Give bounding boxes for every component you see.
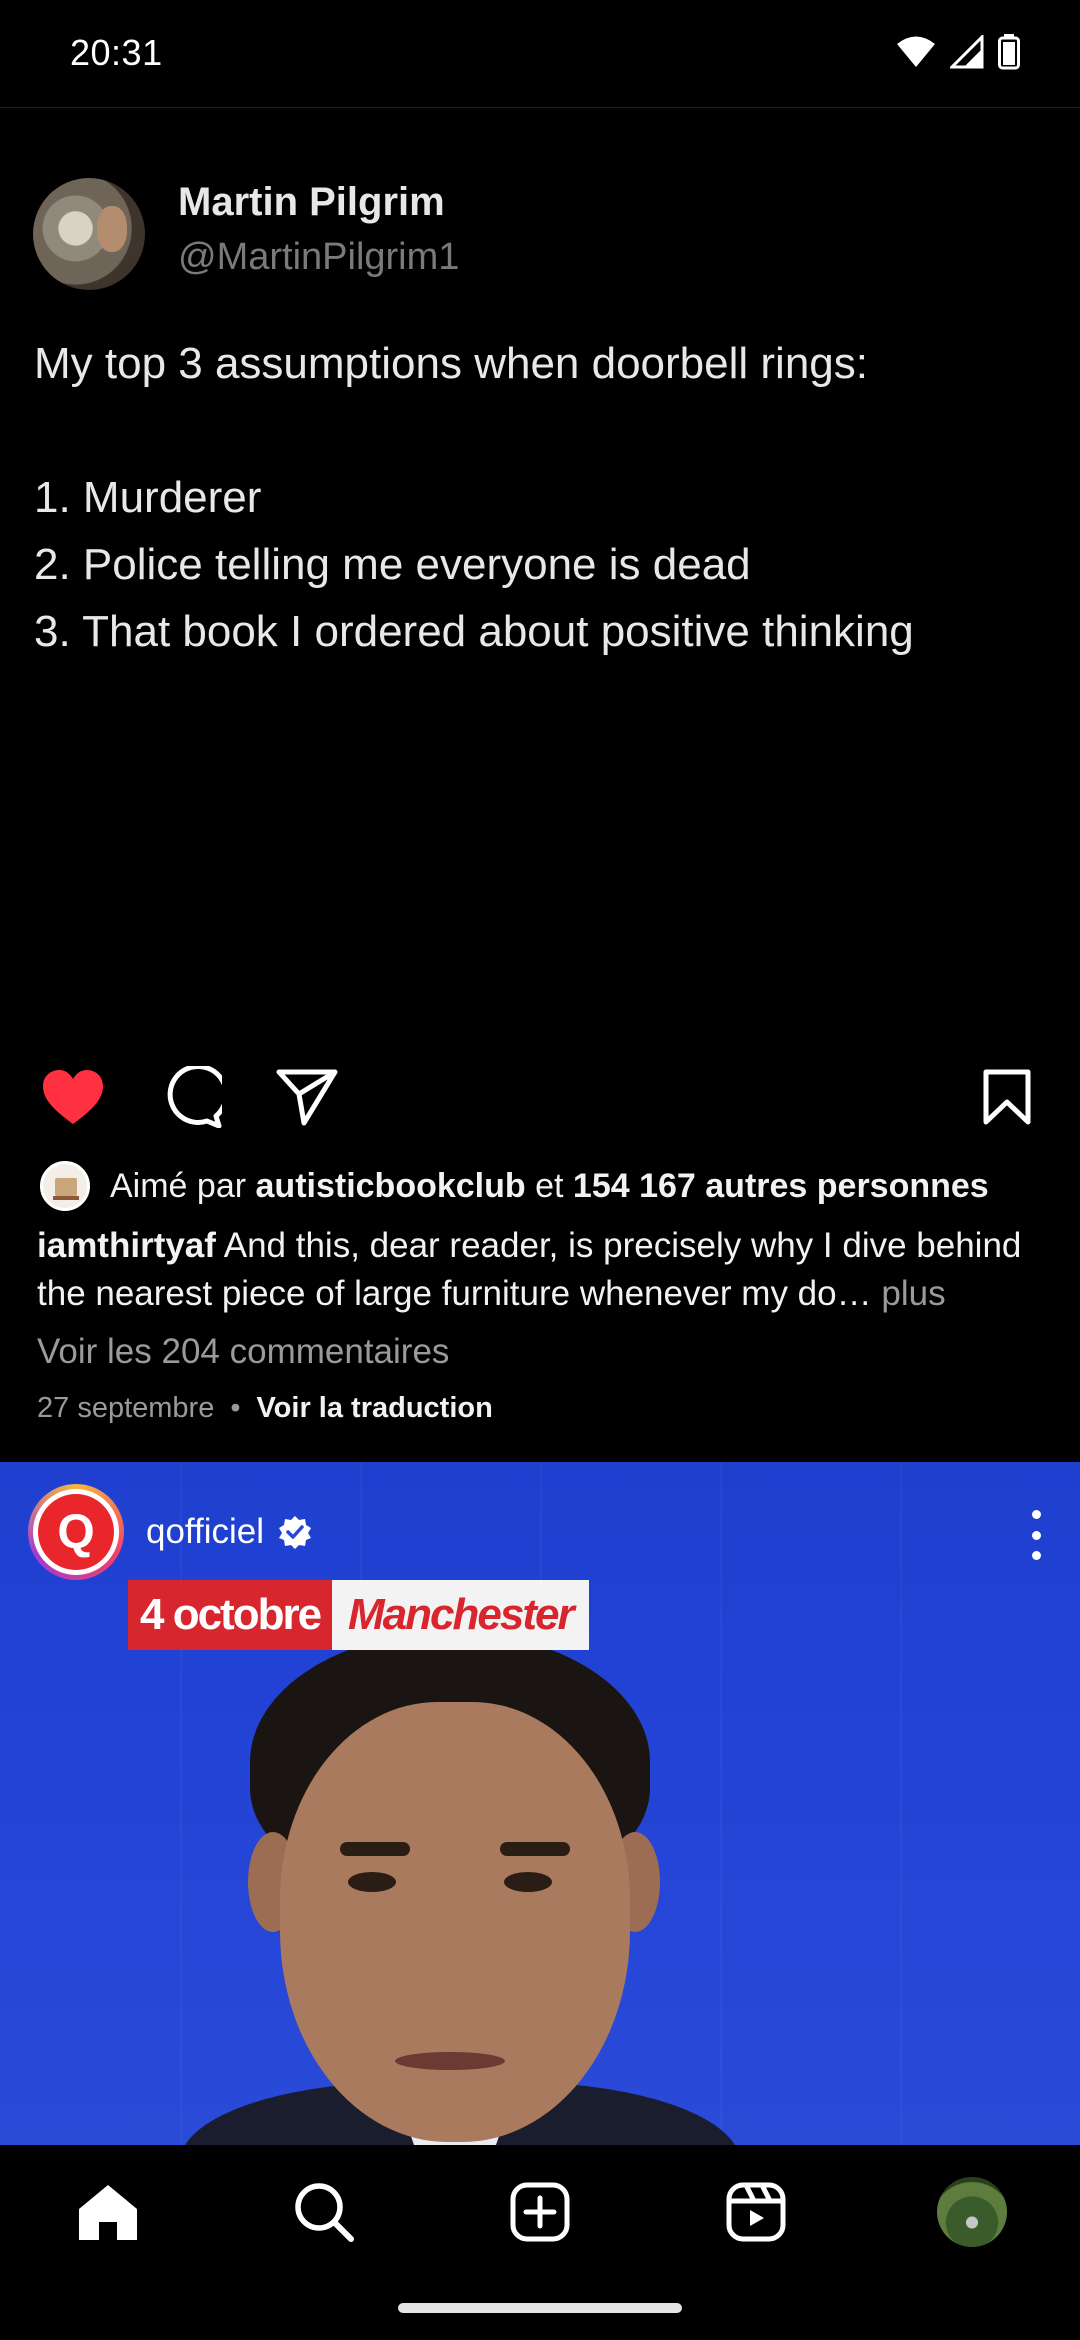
save-button[interactable]	[972, 1062, 1042, 1132]
wifi-icon	[897, 36, 935, 67]
status-time: 20:31	[70, 32, 163, 73]
post-actions	[0, 1062, 1080, 1132]
q-logo-letter: Q	[38, 1494, 114, 1570]
video-frame-person	[180, 1632, 740, 2145]
post-caption: iamthirtyaf And this, dear reader, is pr…	[37, 1222, 1047, 1318]
create-icon	[510, 2182, 570, 2242]
comment-button[interactable]	[156, 1062, 226, 1132]
nav-profile[interactable]	[937, 2177, 1007, 2247]
gesture-home-indicator[interactable]	[398, 2303, 682, 2313]
liker-username[interactable]: autisticbookclub	[256, 1167, 526, 1206]
caption-username[interactable]: iamthirtyaf	[37, 1226, 216, 1265]
caption-more-link[interactable]: plus	[881, 1274, 945, 1313]
meta-separator: •	[230, 1392, 241, 1424]
profile-avatar	[937, 2177, 1007, 2247]
nav-create[interactable]	[505, 2177, 575, 2247]
status-bar: 20:31	[0, 0, 1080, 108]
liked-by-row[interactable]: Aimé par autisticbookclub et 154 167 aut…	[40, 1160, 989, 1212]
share-button[interactable]	[272, 1062, 342, 1132]
more-options-button[interactable]	[1026, 1510, 1046, 1560]
tweet-author-name: Martin Pilgrim	[178, 180, 445, 224]
view-comments-link[interactable]: Voir les 204 commentaires	[37, 1332, 449, 1372]
video-banner: 4 octobre Manchester	[128, 1580, 589, 1650]
cell-signal-icon	[950, 35, 984, 69]
screen: 20:31 Martin Pilgrim @MartinPilgrim1 My …	[0, 0, 1080, 2340]
heart-filled-icon	[43, 1070, 103, 1124]
verified-badge-icon	[279, 1516, 312, 1549]
post-author-username[interactable]: qofficiel	[146, 1512, 264, 1552]
likes-count[interactable]: 154 167 autres personnes	[573, 1167, 989, 1206]
post-author[interactable]: qofficiel	[146, 1512, 312, 1552]
nav-reels[interactable]	[721, 2177, 791, 2247]
battery-icon	[998, 34, 1020, 70]
bookmark-icon	[983, 1069, 1031, 1125]
home-icon	[79, 2185, 137, 2240]
tweet-body: My top 3 assumptions when doorbell rings…	[34, 339, 914, 656]
banner-date: 4 octobre	[128, 1580, 333, 1650]
bottom-nav	[0, 2145, 1080, 2280]
tweet-author-avatar	[33, 178, 145, 290]
liked-by-connector: et	[535, 1166, 564, 1205]
video-post[interactable]: 4 octobre Manchester Q qofficiel	[0, 1462, 1080, 2145]
search-icon	[295, 2183, 354, 2242]
tweet-author-handle: @MartinPilgrim1	[178, 236, 460, 278]
translate-link[interactable]: Voir la traduction	[256, 1392, 492, 1425]
nav-home[interactable]	[73, 2177, 143, 2247]
post-image-tweet[interactable]: Martin Pilgrim @MartinPilgrim1 My top 3 …	[0, 108, 1080, 1048]
liker-avatar	[40, 1161, 90, 1211]
banner-city: Manchester	[332, 1580, 589, 1650]
post-date: 27 septembre	[37, 1392, 215, 1424]
like-button[interactable]	[38, 1062, 108, 1132]
post-meta: 27 septembre • Voir la traduction	[37, 1392, 493, 1425]
nav-search[interactable]	[289, 2177, 359, 2247]
qofficiel-avatar[interactable]: Q	[28, 1484, 124, 1580]
paper-plane-icon	[276, 1069, 338, 1126]
comment-bubble-icon	[167, 1066, 222, 1128]
liked-by-prefix: Aimé par	[110, 1166, 247, 1205]
status-icons	[896, 34, 1020, 70]
reels-icon	[726, 2182, 786, 2242]
